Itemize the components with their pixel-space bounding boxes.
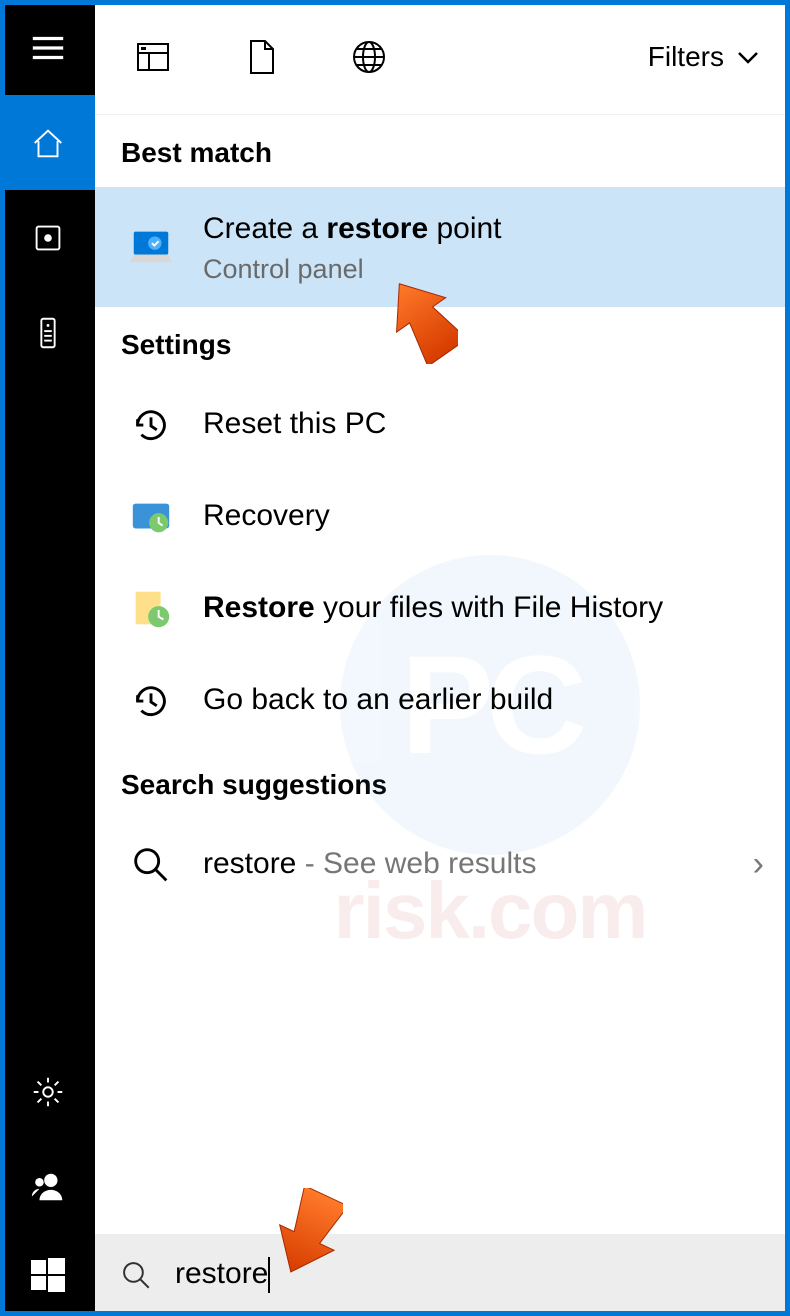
menu-toggle[interactable] [0,0,95,95]
sidebar-apps[interactable] [0,190,95,285]
documents-filter-icon[interactable] [231,27,291,87]
sidebar-profile[interactable] [0,1139,95,1234]
search-icon [119,1258,153,1292]
result-title: Recovery [203,496,764,537]
start-button[interactable] [0,1234,95,1316]
sidebar [0,0,95,1316]
chevron-down-icon [734,43,762,71]
recovery-icon [121,487,181,547]
history-icon [121,671,181,731]
result-recovery[interactable]: Recovery [95,471,790,563]
search-icon [121,835,181,895]
result-web-suggestion[interactable]: restore - See web results › [95,819,790,911]
best-match-header: Best match [95,115,790,187]
result-create-restore-point[interactable]: Create a restore point Control panel [95,187,790,307]
result-file-history[interactable]: Restore your files with File History [95,563,790,655]
sidebar-settings[interactable] [0,1044,95,1139]
filters-dropdown[interactable]: Filters [648,41,762,73]
filter-toolbar: Filters [95,0,790,115]
result-title: Go back to an earlier build [203,680,764,721]
sidebar-remote[interactable] [0,285,95,380]
apps-filter-icon[interactable] [123,27,183,87]
filters-label: Filters [648,41,724,73]
search-input[interactable]: restore [175,1257,766,1293]
result-title: Create a restore point [203,209,764,250]
sidebar-home[interactable] [0,95,95,190]
file-history-icon [121,579,181,639]
settings-header: Settings [95,307,790,379]
history-icon [121,395,181,455]
result-go-back[interactable]: Go back to an earlier build [95,655,790,747]
search-bar[interactable]: restore [95,1234,790,1316]
result-subtitle: Control panel [203,254,764,285]
result-title: restore - See web results [203,844,753,885]
search-panel: Filters PC risk.com Best match Create a … [95,0,790,1316]
monitor-icon [121,217,181,277]
suggestions-header: Search suggestions [95,747,790,819]
result-title: Reset this PC [203,404,764,445]
result-reset-pc[interactable]: Reset this PC [95,379,790,471]
chevron-right-icon: › [753,845,764,884]
result-title: Restore your files with File History [203,588,764,629]
web-filter-icon[interactable] [339,27,399,87]
